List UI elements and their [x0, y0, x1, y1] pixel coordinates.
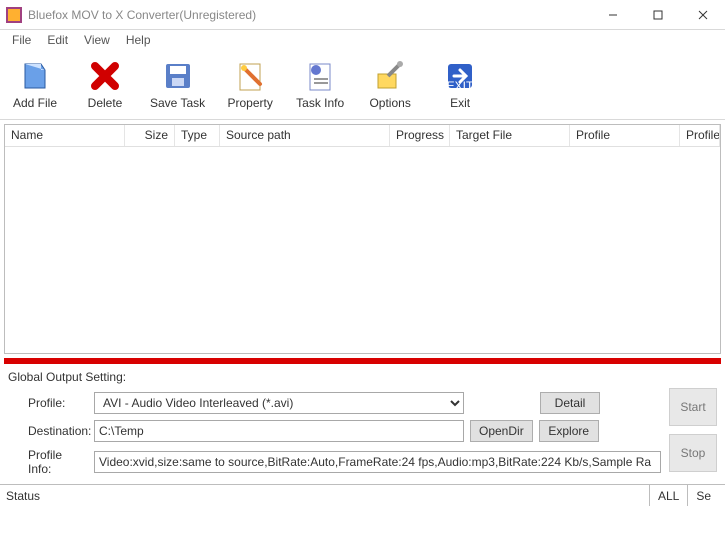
property-label: Property	[227, 96, 272, 110]
col-type[interactable]: Type	[175, 125, 220, 146]
svg-text:EXIT: EXIT	[447, 79, 474, 92]
status-se: Se	[687, 485, 719, 506]
add-file-label: Add File	[13, 96, 57, 110]
maximize-button[interactable]	[635, 0, 680, 29]
statusbar: Status ALL Se	[0, 484, 725, 506]
file-list[interactable]: Name Size Type Source path Progress Targ…	[4, 124, 721, 354]
profile-info-field	[94, 451, 661, 473]
list-header: Name Size Type Source path Progress Targ…	[5, 125, 720, 147]
col-profile-i[interactable]: Profile I	[680, 125, 720, 146]
toolbar: Add File Delete Save Task Property Task …	[0, 50, 725, 120]
options-icon	[374, 60, 406, 92]
settings-title: Global Output Setting:	[8, 370, 661, 384]
app-icon	[6, 7, 22, 23]
destination-label: Destination:	[8, 424, 88, 438]
add-file-button[interactable]: Add File	[10, 60, 60, 110]
stop-button[interactable]: Stop	[669, 434, 717, 472]
exit-label: Exit	[450, 96, 470, 110]
options-button[interactable]: Options	[365, 60, 415, 110]
col-size[interactable]: Size	[125, 125, 175, 146]
minimize-button[interactable]	[590, 0, 635, 29]
list-body[interactable]	[5, 147, 720, 353]
exit-icon: EXIT	[444, 60, 476, 92]
profile-select[interactable]: AVI - Audio Video Interleaved (*.avi)	[94, 392, 464, 414]
status-all: ALL	[649, 485, 687, 506]
destination-input[interactable]	[94, 420, 464, 442]
property-button[interactable]: Property	[225, 60, 275, 110]
save-task-button[interactable]: Save Task	[150, 60, 205, 110]
property-icon	[234, 60, 266, 92]
explore-button[interactable]: Explore	[539, 420, 599, 442]
task-info-icon	[304, 60, 336, 92]
window-buttons	[590, 0, 725, 29]
task-info-button[interactable]: Task Info	[295, 60, 345, 110]
delete-icon	[89, 60, 121, 92]
menu-view[interactable]: View	[78, 31, 116, 49]
window-title: Bluefox MOV to X Converter(Unregistered)	[28, 8, 590, 22]
titlebar: Bluefox MOV to X Converter(Unregistered)	[0, 0, 725, 30]
save-icon	[162, 60, 194, 92]
menu-edit[interactable]: Edit	[41, 31, 74, 49]
delete-label: Delete	[88, 96, 123, 110]
menubar: File Edit View Help	[0, 30, 725, 50]
opendir-button[interactable]: OpenDir	[470, 420, 533, 442]
global-output-settings: Global Output Setting: Profile: AVI - Au…	[0, 364, 725, 484]
close-button[interactable]	[680, 0, 725, 29]
menu-file[interactable]: File	[6, 31, 37, 49]
menu-help[interactable]: Help	[120, 31, 157, 49]
profile-info-label: Profile Info:	[8, 448, 88, 476]
col-progress[interactable]: Progress	[390, 125, 450, 146]
action-buttons: Start Stop	[669, 370, 717, 476]
start-button[interactable]: Start	[669, 388, 717, 426]
col-name[interactable]: Name	[5, 125, 125, 146]
col-profile[interactable]: Profile	[570, 125, 680, 146]
col-source-path[interactable]: Source path	[220, 125, 390, 146]
save-task-label: Save Task	[150, 96, 205, 110]
col-target-file[interactable]: Target File	[450, 125, 570, 146]
delete-button[interactable]: Delete	[80, 60, 130, 110]
add-file-icon	[19, 60, 51, 92]
options-label: Options	[369, 96, 410, 110]
profile-label: Profile:	[8, 396, 88, 410]
task-info-label: Task Info	[296, 96, 344, 110]
detail-button[interactable]: Detail	[540, 392, 600, 414]
exit-button[interactable]: EXIT Exit	[435, 60, 485, 110]
status-label: Status	[6, 489, 649, 503]
